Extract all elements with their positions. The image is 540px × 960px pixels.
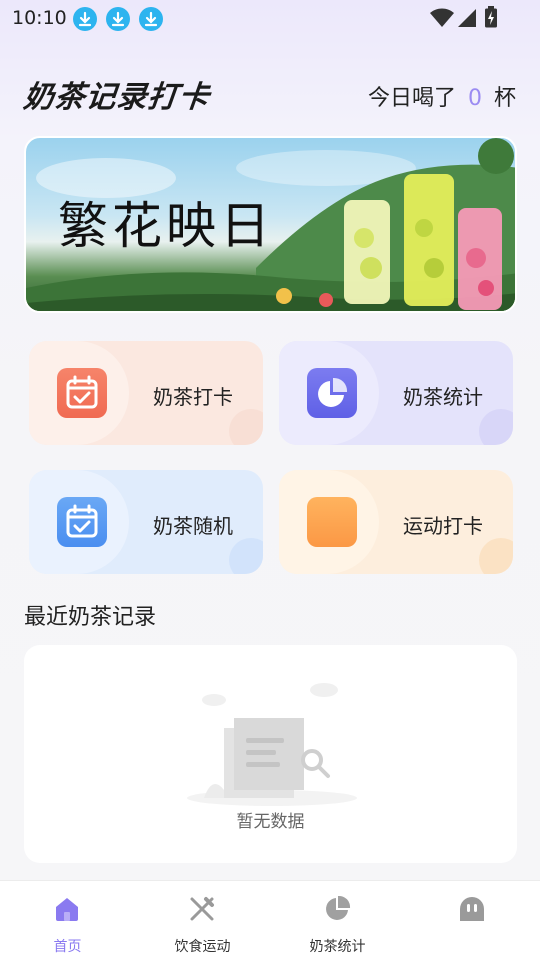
tile-decoration xyxy=(229,538,263,574)
calendar-check-icon xyxy=(57,368,107,418)
tile-label: 奶茶随机 xyxy=(153,514,233,538)
pie-chart-icon xyxy=(326,895,351,920)
recent-section-title: 最近奶茶记录 xyxy=(24,605,157,630)
tile-decoration xyxy=(229,409,263,445)
nav-label: 奶茶统计 xyxy=(309,939,366,955)
status-time: 10:10 xyxy=(12,7,67,29)
status-bar: 10:10 xyxy=(0,0,540,38)
nav-label: 首页 xyxy=(53,939,82,955)
battery-charging-icon xyxy=(485,6,497,28)
tile-milk-tea-random[interactable]: 奶茶随机 xyxy=(29,470,263,574)
tile-milk-tea-checkin[interactable]: 奶茶打卡 xyxy=(29,341,263,445)
app-title: 奶茶记录打卡 xyxy=(21,80,212,115)
recent-records-card: 暂无数据 xyxy=(24,645,517,863)
tile-decoration xyxy=(479,538,513,574)
empty-state-icon xyxy=(187,683,357,806)
tile-label: 奶茶统计 xyxy=(403,385,483,409)
nav-label: 饮食运动 xyxy=(174,939,231,955)
nav-milk-tea-stats[interactable]: 奶茶统计 xyxy=(270,881,405,960)
tile-milk-tea-stats[interactable]: 奶茶统计 xyxy=(279,341,513,445)
empty-state-text: 暂无数据 xyxy=(236,812,305,832)
download-icon xyxy=(73,7,97,31)
nav-diet-exercise[interactable]: 饮食运动 xyxy=(135,881,270,960)
download-icon xyxy=(106,7,130,31)
today-unit: 杯 xyxy=(493,86,516,111)
tile-exercise-checkin[interactable]: 运动打卡 xyxy=(279,470,513,574)
profile-icon xyxy=(460,897,484,921)
signal-icon xyxy=(458,9,476,27)
download-icon xyxy=(139,7,163,31)
pie-chart-icon xyxy=(307,368,357,418)
square-icon xyxy=(307,497,357,547)
calendar-check-icon xyxy=(57,497,107,547)
nav-home[interactable]: 首页 xyxy=(0,881,135,960)
tile-label: 运动打卡 xyxy=(403,514,483,538)
banner-text: 繁花映日 xyxy=(58,197,274,255)
today-count: 0 xyxy=(467,86,482,111)
today-prefix: 今日喝了 xyxy=(367,86,456,111)
wifi-icon xyxy=(430,8,454,27)
fork-knife-icon xyxy=(190,897,214,921)
banner[interactable]: 繁花映日 xyxy=(24,136,517,313)
tile-decoration xyxy=(479,409,513,445)
tile-label: 奶茶打卡 xyxy=(153,385,233,409)
today-counter: 今日喝了 0 杯 xyxy=(368,80,516,112)
bottom-nav: 首页 饮食运动 奶茶统计 xyxy=(0,880,540,960)
nav-profile[interactable] xyxy=(405,881,540,960)
home-icon xyxy=(56,898,78,921)
